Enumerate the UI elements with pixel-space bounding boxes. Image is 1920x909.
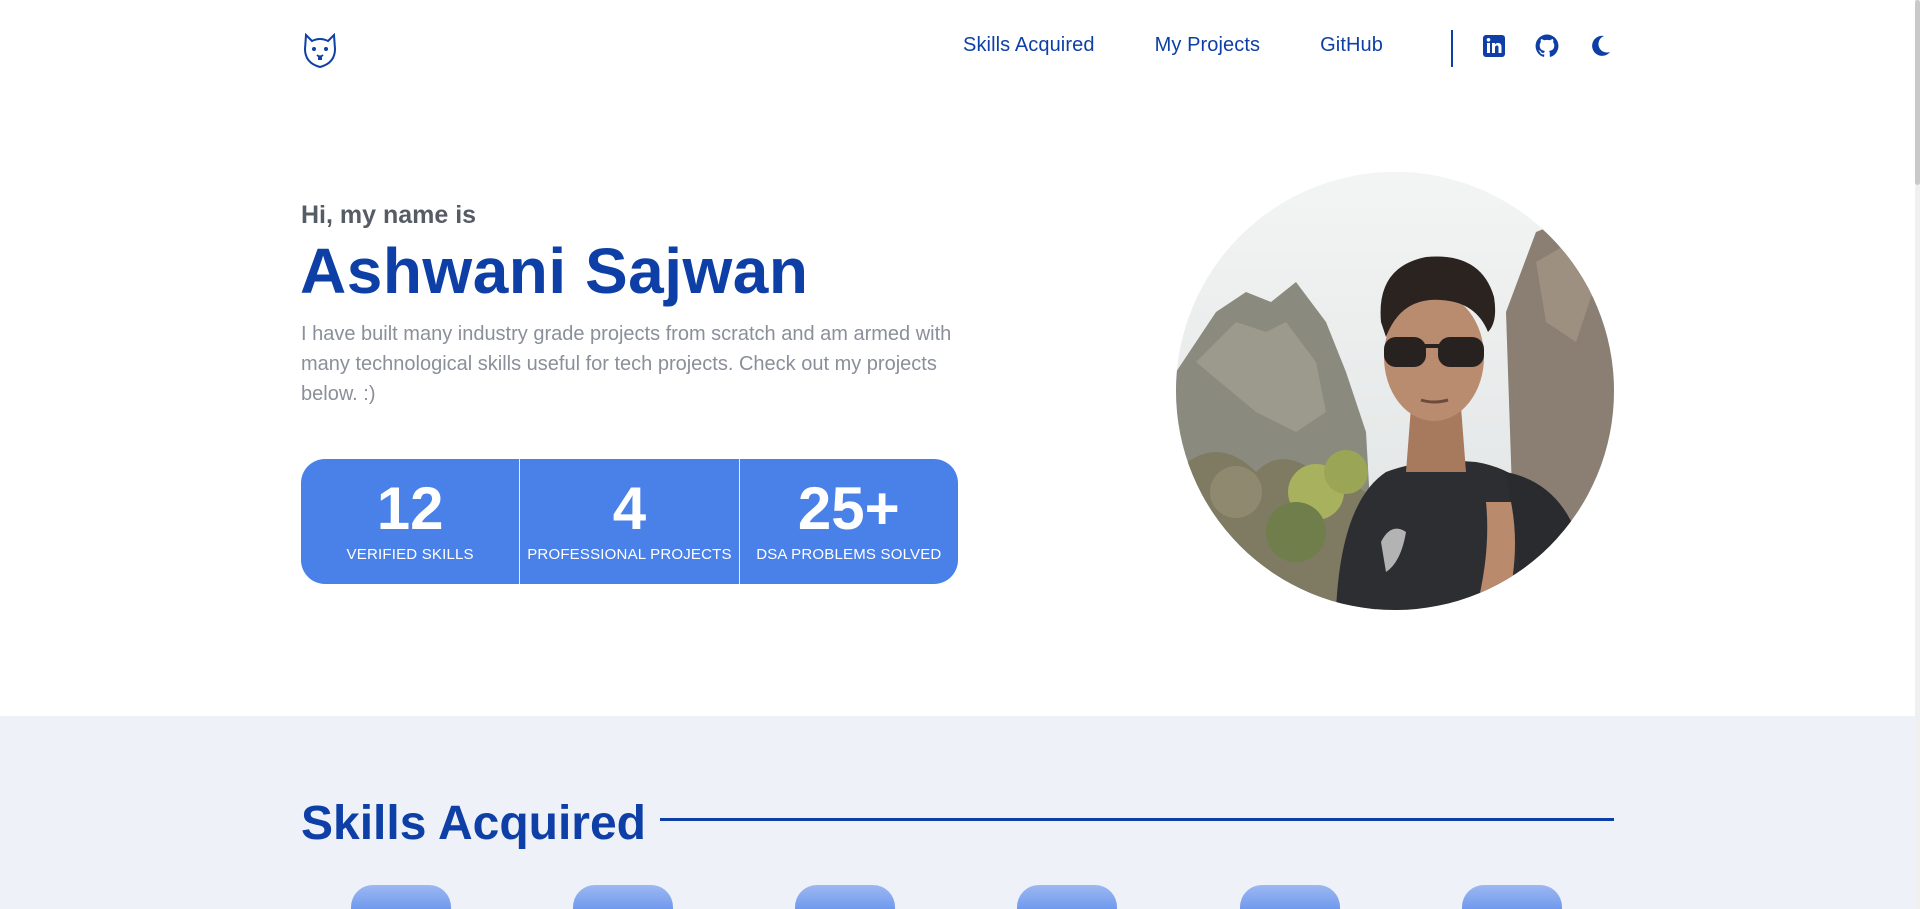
- moon-icon[interactable]: [1587, 33, 1613, 59]
- skill-card[interactable]: [1240, 885, 1340, 909]
- section-divider: [660, 818, 1614, 821]
- scrollbar-track[interactable]: [1915, 0, 1920, 909]
- profile-photo: [1176, 172, 1614, 610]
- nav-link-skills[interactable]: Skills Acquired: [963, 34, 1095, 57]
- stat-verified-skills: 12 VERIFIED SKILLS: [301, 459, 519, 584]
- skill-card[interactable]: [573, 885, 673, 909]
- skill-card[interactable]: [351, 885, 451, 909]
- stat-value: 25+: [797, 475, 900, 542]
- skills-title: Skills Acquired: [301, 797, 646, 850]
- top-nav: Skills Acquired My Projects GitHub: [0, 0, 1915, 95]
- profile-photo-illustration: [1176, 172, 1614, 610]
- stat-label: VERIFIED SKILLS: [346, 546, 474, 563]
- stat-value: 4: [612, 475, 647, 542]
- stat-label: PROFESSIONAL PROJECTS: [527, 546, 732, 563]
- github-icon[interactable]: [1534, 33, 1560, 59]
- hero-name: Ashwani Sajwan: [300, 235, 809, 307]
- stat-label: DSA PROBLEMS SOLVED: [756, 546, 942, 563]
- stat-professional-projects: 4 PROFESSIONAL PROJECTS: [519, 459, 738, 584]
- hero-greeting: Hi, my name is: [301, 201, 477, 229]
- logo-icon[interactable]: [300, 27, 340, 69]
- skill-card[interactable]: [795, 885, 895, 909]
- stats-panel: 12 VERIFIED SKILLS 4 PROFESSIONAL PROJEC…: [301, 459, 958, 584]
- skills-section: Skills Acquired: [0, 716, 1915, 909]
- stat-dsa-problems: 25+ DSA PROBLEMS SOLVED: [738, 459, 958, 584]
- scrollbar-thumb[interactable]: [1915, 0, 1920, 185]
- nav-links: Skills Acquired My Projects GitHub: [963, 34, 1383, 57]
- stat-value: 12: [376, 475, 444, 542]
- nav-link-github[interactable]: GitHub: [1320, 34, 1383, 57]
- skill-card[interactable]: [1017, 885, 1117, 909]
- nav-link-projects[interactable]: My Projects: [1155, 34, 1261, 57]
- nav-divider: [1451, 30, 1453, 67]
- linkedin-icon[interactable]: [1481, 33, 1507, 59]
- skill-card[interactable]: [1462, 885, 1562, 909]
- hero-description: I have built many industry grade project…: [301, 323, 952, 405]
